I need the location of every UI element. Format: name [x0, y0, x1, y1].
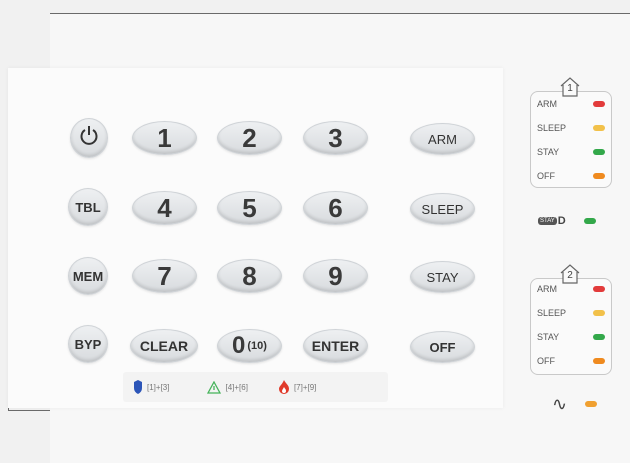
enter-button[interactable]: ENTER: [303, 329, 368, 363]
fire-combo: [7]+[9]: [278, 380, 316, 394]
area-1-sleep-label: SLEEP: [537, 123, 567, 133]
area-2-number: 2: [567, 270, 573, 281]
byp-button[interactable]: BYP: [68, 325, 108, 363]
clear-button[interactable]: CLEAR: [130, 329, 198, 363]
key-6[interactable]: 6: [303, 191, 368, 225]
key-8[interactable]: 8: [217, 259, 282, 293]
key-1[interactable]: 1: [132, 121, 197, 155]
ac-power-led: [585, 401, 598, 407]
tbl-button[interactable]: TBL: [68, 188, 108, 226]
fire-combo-label: [7]+[9]: [293, 382, 317, 392]
key-9[interactable]: 9: [303, 259, 368, 293]
area-1-number: 1: [567, 83, 573, 94]
police-combo-label: [1]+[3]: [147, 382, 170, 392]
area-1-off-label: OFF: [537, 171, 555, 181]
area-2-stay-label: STAY: [537, 332, 560, 342]
stay-d-indicator: STAY D: [538, 213, 610, 229]
area-2-status-panel: 2 ARM SLEEP STAY OFF: [530, 264, 612, 375]
area-1-stay-label: STAY: [537, 147, 560, 157]
medical-combo-label: [4]+[6]: [225, 382, 248, 392]
stay-d-led: [583, 218, 596, 224]
key-0-label: 0: [232, 332, 246, 359]
area-1-off-led: [593, 173, 605, 179]
key-2[interactable]: 2: [217, 121, 282, 155]
area-2-arm-label: ARM: [537, 284, 557, 294]
stay-button[interactable]: STAY: [410, 261, 475, 293]
off-button[interactable]: OFF: [410, 331, 475, 363]
area-2-arm-led: [593, 286, 605, 292]
area-2-stay-led: [593, 334, 605, 340]
frame-bottom-step-line: [8, 410, 51, 411]
fire-icon: [278, 380, 289, 394]
area-2-off-label: OFF: [537, 356, 555, 366]
mem-button[interactable]: MEM: [68, 257, 108, 295]
arm-button[interactable]: ARM: [410, 123, 475, 155]
area-1-arm-row: ARM: [537, 96, 605, 112]
area-1-arm-label: ARM: [537, 99, 557, 109]
police-badge-icon: [134, 380, 142, 394]
key-4[interactable]: 4: [132, 191, 197, 225]
area-2-off-row: OFF: [537, 353, 605, 369]
stay-d-suffix: D: [557, 215, 566, 227]
key-3[interactable]: 3: [303, 121, 368, 155]
key-0[interactable]: 0 (10): [217, 329, 282, 363]
area-2-stay-row: STAY: [537, 329, 605, 345]
power-button[interactable]: [70, 118, 108, 158]
area-1-off-row: OFF: [537, 168, 605, 184]
stay-d-badge: STAY: [538, 217, 557, 225]
ac-power-icon: ∿: [552, 393, 568, 414]
area-1-status-panel: 1 ARM SLEEP STAY OFF: [530, 77, 612, 188]
area-1-stay-led: [593, 149, 605, 155]
area-1-sleep-row: SLEEP: [537, 120, 605, 136]
area-2-arm-row: ARM: [537, 281, 605, 297]
area-1-stay-row: STAY: [537, 144, 605, 160]
area-2-sleep-led: [593, 310, 605, 316]
area-1-sleep-led: [593, 125, 605, 131]
key-5[interactable]: 5: [217, 191, 282, 225]
panic-combo-legend: [1]+[3] [4]+[6] [7]+[9]: [123, 372, 388, 402]
area-2-sleep-label: SLEEP: [537, 308, 567, 318]
key-0-sublabel: (10): [247, 340, 267, 352]
sleep-button[interactable]: SLEEP: [410, 193, 475, 225]
medical-warning-icon: [207, 380, 222, 394]
area-1-arm-led: [593, 101, 605, 107]
area-2-off-led: [593, 358, 605, 364]
area-2-sleep-row: SLEEP: [537, 305, 605, 321]
key-7[interactable]: 7: [132, 259, 197, 293]
medical-combo: [4]+[6]: [207, 380, 248, 394]
ac-power-indicator: ∿: [552, 394, 612, 414]
power-icon: [79, 125, 99, 152]
police-combo: [1]+[3]: [133, 380, 169, 394]
